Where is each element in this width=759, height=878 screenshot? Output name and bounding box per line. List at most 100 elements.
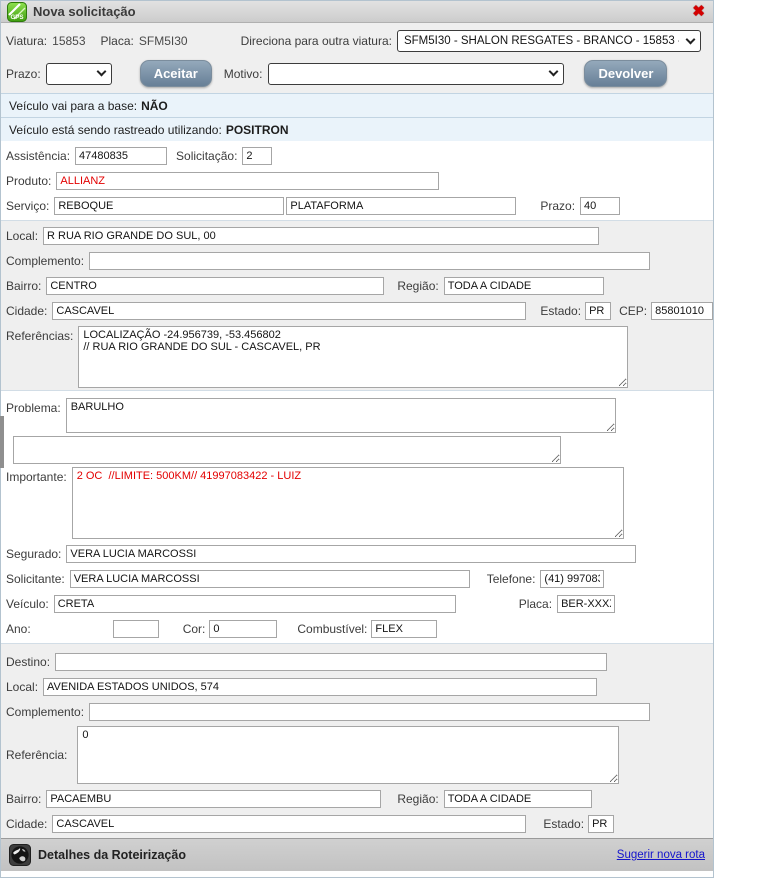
- origin-cep-label: CEP:: [619, 303, 648, 318]
- tracking-status-bar: Veículo está sendo rastreado utilizando:…: [1, 117, 713, 141]
- placa-header-value: SFM5I30: [138, 34, 188, 48]
- direciona-select[interactable]: SFM5I30 - SHALON RESGATES - BRANCO - 158…: [396, 30, 701, 52]
- origin-complemento-input[interactable]: [89, 251, 651, 270]
- dest-local-input[interactable]: [43, 677, 598, 696]
- prazo-select-label: Prazo:: [6, 66, 41, 81]
- servico-input-1[interactable]: [54, 196, 285, 215]
- origin-cep-input[interactable]: [651, 301, 714, 320]
- chevron-down-icon: [685, 34, 696, 44]
- prazo-label: Prazo:: [540, 198, 576, 213]
- devolver-button[interactable]: Devolver: [584, 60, 668, 87]
- segurado-input[interactable]: [66, 544, 637, 563]
- origin-section: Local: Complemento: Bairro: Região: Cida…: [1, 220, 714, 391]
- origin-estado-label: Estado:: [540, 303, 582, 318]
- dest-estado-label: Estado:: [543, 816, 585, 831]
- destination-section: Destino: Local: Complemento: Referência:…: [1, 643, 713, 838]
- veiculo-input[interactable]: [53, 594, 456, 613]
- chevron-down-icon: [96, 66, 107, 77]
- scrollbar-thumb-fragment[interactable]: [0, 416, 4, 468]
- solicitante-input[interactable]: [69, 569, 470, 588]
- globe-icon: [9, 844, 31, 866]
- origin-local-input[interactable]: [43, 226, 600, 245]
- assistencia-label: Assistência:: [6, 148, 71, 163]
- gps-icon: GPS: [7, 1, 27, 22]
- dest-referencia-textarea[interactable]: 0: [77, 726, 620, 784]
- tracking-status-label: Veículo está sendo rastreado utilizando:: [9, 122, 222, 137]
- prazo-input[interactable]: [580, 196, 621, 215]
- dest-complemento-input[interactable]: [89, 702, 651, 721]
- destino-input[interactable]: [55, 652, 608, 671]
- motivo-select[interactable]: [268, 62, 565, 85]
- problema-label: Problema:: [6, 401, 61, 415]
- origin-local-label: Local:: [6, 228, 39, 243]
- produto-label: Produto:: [6, 173, 52, 188]
- ano-input[interactable]: [112, 619, 159, 638]
- origin-bairro-label: Bairro:: [6, 278, 42, 293]
- dest-cidade-label: Cidade:: [6, 816, 48, 831]
- referencias-label: Referências:: [6, 329, 74, 343]
- origin-complemento-label: Complemento:: [6, 253, 85, 268]
- origin-estado-input[interactable]: [585, 301, 612, 320]
- servico-label: Serviço:: [6, 198, 50, 213]
- combustivel-label: Combustível:: [297, 621, 368, 636]
- combustivel-input[interactable]: [371, 619, 438, 638]
- titlebar: GPS Nova solicitação ✖: [1, 1, 713, 23]
- cor-input[interactable]: [209, 619, 278, 638]
- dest-local-label: Local:: [6, 679, 39, 694]
- assistencia-input[interactable]: [75, 146, 168, 165]
- placa-input[interactable]: [557, 594, 616, 613]
- placa-header-label: Placa:: [100, 34, 134, 48]
- nova-solicitacao-dialog: GPS Nova solicitação ✖ Viatura: 15853 Pl…: [0, 0, 714, 878]
- request-section: Assistência: Solicitação: Produto: Servi…: [1, 141, 713, 220]
- produto-input[interactable]: [56, 171, 440, 190]
- referencias-textarea[interactable]: LOCALIZAÇÃO -24.956739, -53.456802 // RU…: [78, 326, 629, 388]
- dest-bairro-label: Bairro:: [6, 791, 42, 806]
- screen: GPS Nova solicitação ✖ Viatura: 15853 Pl…: [0, 0, 759, 878]
- dest-estado-input[interactable]: [588, 814, 615, 833]
- tracking-status-value: POSITRON: [225, 122, 289, 137]
- svg-text:GPS: GPS: [10, 14, 23, 21]
- dialog-title: Nova solicitação: [33, 4, 136, 19]
- dest-regiao-input[interactable]: [443, 789, 592, 808]
- origin-cidade-input[interactable]: [52, 301, 527, 320]
- origin-bairro-input[interactable]: [46, 276, 385, 295]
- prazo-select[interactable]: [45, 62, 112, 85]
- importante-label: Importante:: [6, 470, 67, 484]
- viatura-label: Viatura:: [6, 34, 48, 48]
- veiculo-label: Veículo:: [6, 596, 49, 611]
- origin-cidade-label: Cidade:: [6, 303, 48, 318]
- footer-title: Detalhes da Roteirização: [38, 848, 186, 862]
- solicitacao-label: Solicitação:: [176, 148, 238, 163]
- motivo-label: Motivo:: [223, 66, 263, 81]
- base-status-value: NÃO: [141, 98, 168, 113]
- telefone-input[interactable]: [540, 569, 605, 588]
- solicitacao-input[interactable]: [242, 146, 273, 165]
- details-section: Problema: BARULHO Importante: 2 OC //LIM…: [1, 391, 713, 643]
- telefone-label: Telefone:: [486, 571, 536, 586]
- origin-regiao-label: Região:: [397, 278, 439, 293]
- close-icon[interactable]: ✖: [692, 4, 705, 19]
- dispatch-section: Viatura: 15853 Placa: SFM5I30 Direciona …: [1, 23, 713, 93]
- aceitar-button[interactable]: Aceitar: [139, 60, 212, 87]
- routing-footer: Detalhes da Roteirização Sugerir nova ro…: [1, 838, 713, 871]
- servico-input-2[interactable]: [286, 196, 517, 215]
- dest-complemento-label: Complemento:: [6, 704, 85, 719]
- destino-label: Destino:: [6, 654, 51, 669]
- problema-textarea[interactable]: BARULHO: [65, 398, 616, 433]
- direciona-select-value: SFM5I30 - SHALON RESGATES - BRANCO - 158…: [403, 35, 679, 47]
- dest-bairro-input[interactable]: [46, 789, 382, 808]
- sugerir-nova-rota-link[interactable]: Sugerir nova rota: [617, 849, 705, 861]
- direciona-label: Direciona para outra viatura:: [240, 34, 392, 48]
- segurado-label: Segurado:: [6, 546, 62, 561]
- origin-regiao-input[interactable]: [443, 276, 604, 295]
- base-status-bar: Veículo vai para a base: NÃO: [1, 93, 713, 117]
- base-status-label: Veículo vai para a base:: [9, 98, 138, 113]
- dest-regiao-label: Região:: [397, 791, 439, 806]
- dest-cidade-input[interactable]: [52, 814, 527, 833]
- cor-label: Cor:: [182, 621, 206, 636]
- importante-textarea[interactable]: 2 OC //LIMITE: 500KM// 41997083422 - LUI…: [71, 467, 624, 539]
- solicitante-label: Solicitante:: [6, 571, 65, 586]
- problema-extra-textarea[interactable]: [13, 436, 561, 464]
- chevron-down-icon: [549, 66, 559, 77]
- dest-referencia-label: Referência:: [6, 748, 68, 762]
